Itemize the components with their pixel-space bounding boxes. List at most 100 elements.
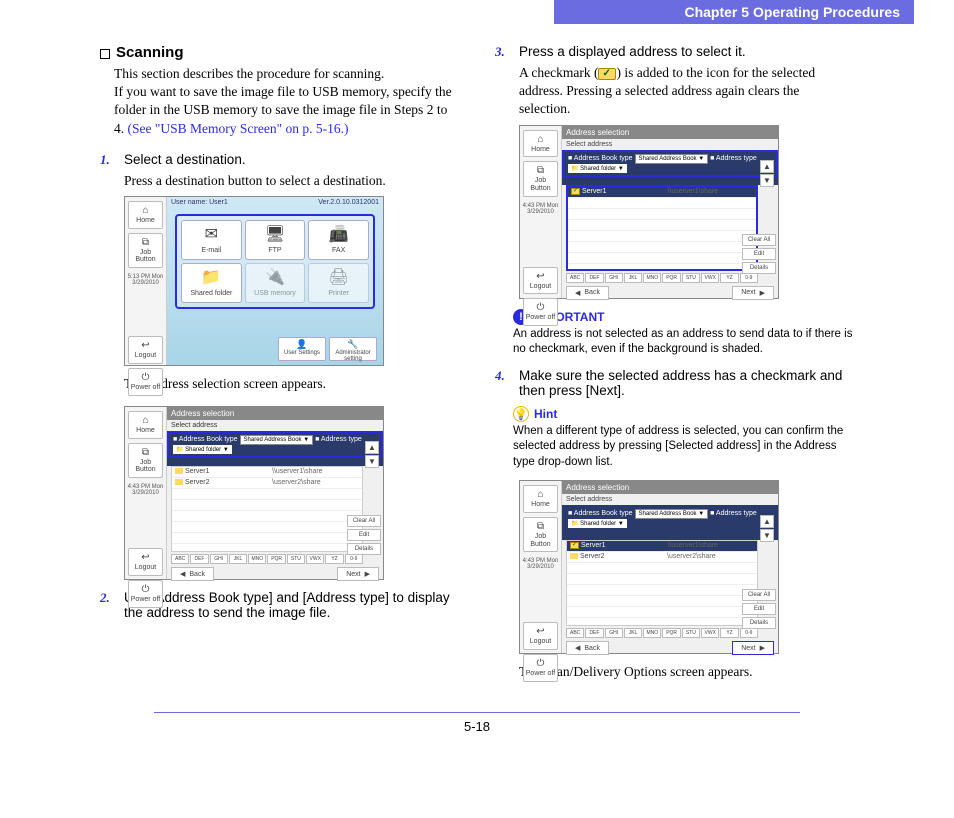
job-button[interactable]: ⧉Job Button xyxy=(128,233,163,268)
subtitle: Select address xyxy=(167,420,383,431)
edit-button[interactable]: Edit xyxy=(742,603,776,615)
address-table: Server1\\userver1\share Server2\userver2… xyxy=(566,540,758,626)
step-heading: Select a destination. xyxy=(124,152,246,168)
step-heading: Use [Address Book type] and [Address typ… xyxy=(124,590,459,620)
user-settings-button[interactable]: 👤User Settings xyxy=(278,337,326,361)
screenshot-address-selected: ⌂Home ⧉Job Button 4:43 PM Mon 3/29/2010 … xyxy=(519,125,779,299)
scroll-down[interactable]: ▼ xyxy=(365,455,379,468)
important-heading: ! IMPORTANT xyxy=(513,309,854,325)
job-button[interactable]: ⧉Job Button xyxy=(523,517,558,552)
scroll-up[interactable]: ▲ xyxy=(760,160,774,173)
intro-paragraph: This section describes the procedure for… xyxy=(114,65,459,138)
filter-row: ■ Address Book type Shared Address Book … xyxy=(167,431,383,458)
filter-row: ■ Address Book type Shared Address Book … xyxy=(562,505,778,532)
logout-button[interactable]: ↩Logout xyxy=(523,622,558,650)
step-4: 4. Make sure the selected address has a … xyxy=(495,368,854,398)
back-button[interactable]: ◀ Back xyxy=(171,567,214,581)
time-display: 5:13 PM Mon 3/29/2010 xyxy=(125,272,166,288)
back-button[interactable]: ◀ Back xyxy=(566,286,609,300)
screen-title: Address selection xyxy=(562,126,778,139)
page-footer: 5-18 xyxy=(154,712,801,734)
logout-button[interactable]: ↩Logout xyxy=(128,548,163,576)
scroll-up[interactable]: ▲ xyxy=(365,441,379,454)
step4-caption: The Scan/Delivery Options screen appears… xyxy=(519,664,854,680)
power-button[interactable]: ⏻Power off xyxy=(128,580,163,608)
step3-body: A checkmark () is added to the icon for … xyxy=(519,64,854,119)
clear-all-button[interactable]: Clear All xyxy=(347,515,381,527)
table-row-selected[interactable]: Server1\\userver1\share xyxy=(567,541,757,552)
usb-tile[interactable]: 🔌USB memory xyxy=(245,263,306,303)
power-button[interactable]: ⏻Power off xyxy=(523,298,558,326)
next-button[interactable]: Next ▶ xyxy=(732,641,774,655)
screenshot-destination: ⌂Home ⧉Job Button 5:13 PM Mon 3/29/2010 … xyxy=(124,196,384,366)
step-heading: Press a displayed address to select it. xyxy=(519,44,746,60)
printer-tile[interactable]: 🖨Printer xyxy=(308,263,369,303)
step-heading: Make sure the selected address has a che… xyxy=(519,368,854,398)
clear-all-button[interactable]: Clear All xyxy=(742,234,776,246)
ftp-tile[interactable]: 🖥FTP xyxy=(245,220,306,260)
home-button[interactable]: ⌂Home xyxy=(128,201,163,229)
edit-button[interactable]: Edit xyxy=(347,529,381,541)
step-3: 3. Press a displayed address to select i… xyxy=(495,44,854,60)
address-book-type-dropdown[interactable]: Shared Address Book ▼ xyxy=(240,435,314,445)
clear-all-button[interactable]: Clear All xyxy=(742,589,776,601)
screen-title: Address selection xyxy=(562,481,778,494)
address-book-type-dropdown[interactable]: Shared Address Book ▼ xyxy=(635,509,709,519)
step-number: 4. xyxy=(495,368,513,398)
details-button[interactable]: Details xyxy=(347,543,381,555)
job-button[interactable]: ⧉Job Button xyxy=(523,161,558,196)
logout-button[interactable]: ↩Logout xyxy=(128,336,163,364)
back-button[interactable]: ◀ Back xyxy=(566,641,609,655)
next-button[interactable]: Next ▶ xyxy=(732,286,774,300)
chapter-header: Chapter 5 Operating Procedures xyxy=(554,0,914,24)
home-button[interactable]: ⌂Home xyxy=(523,485,558,513)
bullet-box-icon xyxy=(100,49,110,59)
edit-button[interactable]: Edit xyxy=(742,248,776,260)
hint-text: When a different type of address is sele… xyxy=(513,424,854,471)
step-1: 1. Select a destination. xyxy=(100,152,459,168)
filter-row: ■ Address Book type Shared Address Book … xyxy=(562,150,778,177)
address-table: Server1\\userver1\share Server2\userver2… xyxy=(171,466,363,552)
fax-tile[interactable]: 📠FAX xyxy=(308,220,369,260)
table-row[interactable]: Server1\\userver1\share xyxy=(172,467,362,478)
scroll-down[interactable]: ▼ xyxy=(760,529,774,542)
user-label: User name: User1 xyxy=(171,199,228,206)
subtitle: Select address xyxy=(562,139,778,150)
section-title: Scanning xyxy=(116,44,184,61)
intro-line1: This section describes the procedure for… xyxy=(114,66,384,81)
job-button[interactable]: ⧉Job Button xyxy=(128,443,163,478)
details-button[interactable]: Details xyxy=(742,617,776,629)
details-button[interactable]: Details xyxy=(742,262,776,274)
step-number: 3. xyxy=(495,44,513,60)
home-button[interactable]: ⌂Home xyxy=(128,411,163,439)
alpha-filter: ABCDEFGHIJKLMNOPQRSTUVWXYZ0-9 xyxy=(171,554,363,564)
step-body: Press a destination button to select a d… xyxy=(124,172,459,190)
next-button[interactable]: Next ▶ xyxy=(337,567,379,581)
admin-setting-button[interactable]: 🔧Administrator setting xyxy=(329,337,377,361)
screenshot-address-next: ⌂Home ⧉Job Button 4:43 PM Mon 3/29/2010 … xyxy=(519,480,779,654)
home-button[interactable]: ⌂Home xyxy=(523,130,558,158)
logout-button[interactable]: ↩Logout xyxy=(523,267,558,295)
scroll-up[interactable]: ▲ xyxy=(760,515,774,528)
table-row[interactable]: Server2\userver2\share xyxy=(172,478,362,489)
checkmark-icon xyxy=(570,542,579,549)
power-button[interactable]: ⏻Power off xyxy=(523,654,558,682)
checkmark-icon xyxy=(571,188,580,195)
table-row-selected[interactable]: Server1\\userver1\share xyxy=(568,187,756,198)
address-type-dropdown[interactable]: 📁 Shared folder ▼ xyxy=(173,445,232,454)
scroll-down[interactable]: ▼ xyxy=(760,174,774,187)
screenshot-address-selection: ⌂Home ⧉Job Button 4:43 PM Mon 3/29/2010 … xyxy=(124,406,384,580)
time-display: 4:43 PM Mon 3/29/2010 xyxy=(520,201,561,217)
power-button[interactable]: ⏻Power off xyxy=(128,368,163,396)
email-tile[interactable]: ✉E-mail xyxy=(181,220,242,260)
address-type-dropdown[interactable]: 📁 Shared folder ▼ xyxy=(568,164,627,173)
important-text: An address is not selected as an address… xyxy=(513,327,854,358)
address-book-type-dropdown[interactable]: Shared Address Book ▼ xyxy=(635,154,709,164)
time-display: 4:43 PM Mon 3/29/2010 xyxy=(125,482,166,498)
screen-title: Address selection xyxy=(167,407,383,420)
address-type-dropdown[interactable]: 📁 Shared folder ▼ xyxy=(568,519,627,528)
table-row[interactable]: Server2\userver2\share xyxy=(567,552,757,563)
shared-folder-tile[interactable]: 📁Shared folder xyxy=(181,263,242,303)
hint-heading: 💡 Hint xyxy=(513,406,854,422)
intro-crossref-link[interactable]: (See "USB Memory Screen" on p. 5-16.) xyxy=(128,121,349,136)
